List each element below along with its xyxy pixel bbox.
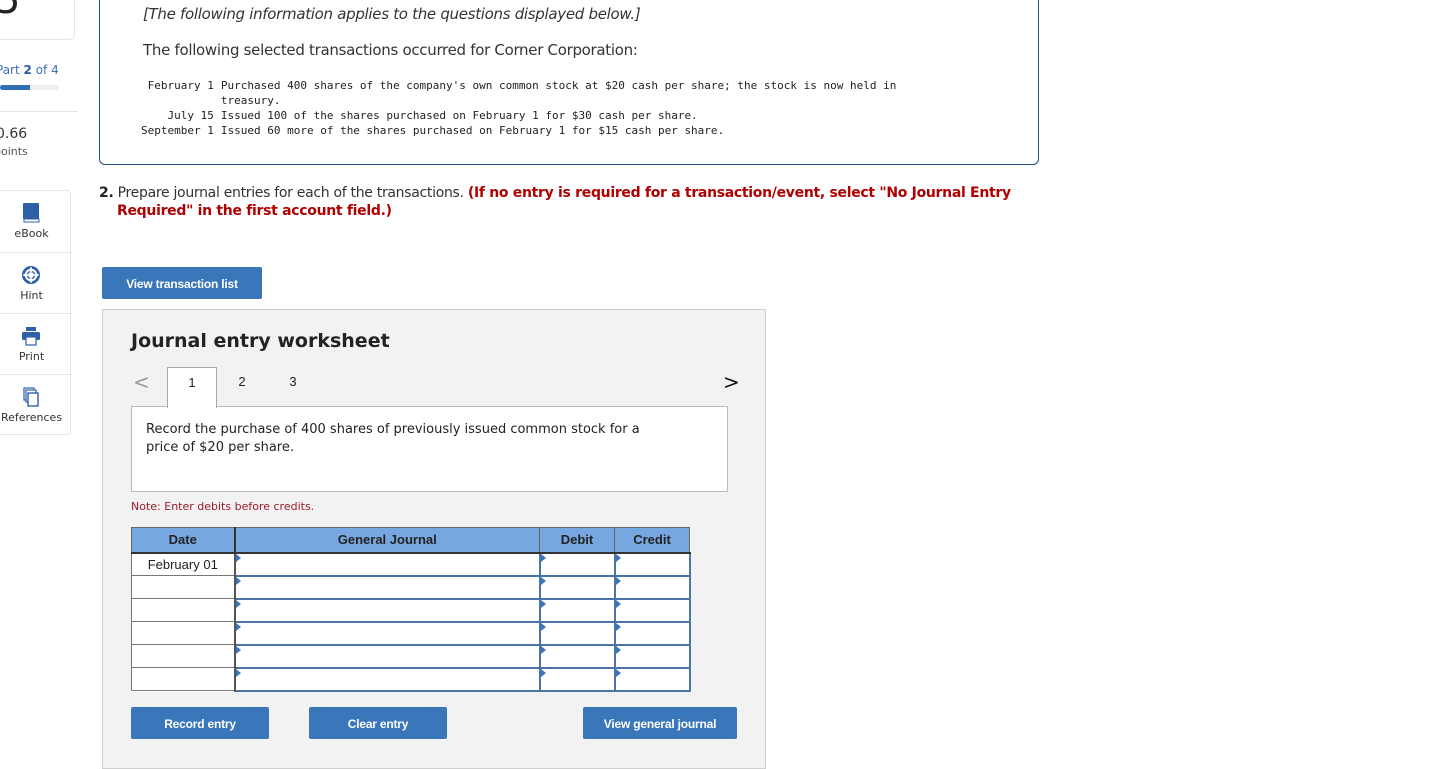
question-text: Prepare journal entries for each of the …: [117, 185, 464, 201]
transaction-date: [141, 93, 221, 108]
part-total: 4: [51, 63, 59, 77]
account-input[interactable]: [233, 597, 541, 623]
journal-header-row: Date General Journal Debit Credit: [131, 527, 690, 554]
clear-entry-button[interactable]: Clear entry: [309, 707, 447, 739]
debit-input[interactable]: [538, 574, 616, 600]
account-input[interactable]: [233, 643, 541, 669]
journal-row: [131, 643, 691, 669]
credit-input[interactable]: [613, 620, 691, 646]
question-instruction-2: Required" in the first account field.): [117, 203, 392, 219]
entry-description-box: Record the purchase of 400 shares of pre…: [131, 406, 728, 492]
journal-row: [131, 574, 691, 600]
next-chevron-icon[interactable]: >: [723, 370, 740, 394]
journal-entry-worksheet: Journal entry worksheet < 1 2 3 > Record…: [102, 309, 766, 769]
sidebar-divider: [0, 111, 78, 112]
question-number-box: 5: [0, 0, 75, 40]
view-general-journal-button[interactable]: View general journal: [583, 707, 737, 739]
credit-input[interactable]: [613, 666, 691, 692]
part-progress-fill: [0, 85, 30, 90]
references-button[interactable]: References: [0, 374, 72, 435]
transaction-row: February 1 Purchased 400 shares of the co…: [141, 78, 897, 93]
journal-row: February 01: [131, 551, 691, 577]
credit-input[interactable]: [613, 643, 691, 669]
part-of: of: [35, 63, 48, 77]
transaction-date: September 1: [141, 124, 214, 137]
part-current: 2: [23, 63, 32, 77]
date-cell: [131, 598, 236, 622]
header-date: Date: [131, 527, 235, 554]
entry-description: Record the purchase of 400 shares of pre…: [146, 422, 640, 455]
part-prefix: Part: [0, 63, 20, 77]
book-icon: [23, 203, 40, 223]
journal-row: [131, 666, 691, 692]
lifebuoy-icon: [22, 266, 40, 284]
info-lead: The following selected transactions occu…: [143, 41, 638, 59]
debits-note: Note: Enter debits before credits.: [131, 500, 315, 513]
transaction-text: treasury.: [220, 94, 281, 107]
date-cell: [131, 575, 236, 599]
credit-input[interactable]: [613, 551, 691, 577]
date-cell: [131, 621, 236, 645]
debit-input[interactable]: [538, 666, 616, 692]
copy-icon: [23, 387, 39, 407]
transaction-row: treasury.: [141, 93, 896, 108]
question-instruction-1: (If no entry is required for a transacti…: [467, 185, 1011, 201]
worksheet-tab-2[interactable]: 2: [217, 367, 267, 407]
credit-input[interactable]: [613, 597, 691, 623]
points-label: points: [0, 145, 28, 158]
worksheet-tab-1[interactable]: 1: [167, 367, 217, 408]
worksheet-title: Journal entry worksheet: [131, 330, 390, 352]
tools-panel: eBook Hint Print References: [0, 190, 72, 435]
transaction-date: February 1: [147, 79, 214, 92]
hint-label: Hint: [20, 289, 43, 302]
transaction-text: Issued 60 more of the shares purchased o…: [220, 124, 725, 137]
hint-button[interactable]: Hint: [0, 252, 72, 313]
transaction-row: July 15 Issued 100 of the shares purchase…: [141, 108, 896, 123]
ebook-label: eBook: [14, 227, 49, 240]
debit-input[interactable]: [538, 597, 616, 623]
journal-row: [131, 620, 691, 646]
part-progress-bar: [0, 85, 59, 90]
account-input[interactable]: [233, 551, 541, 577]
part-indicator: Part 2 of 4: [0, 63, 59, 77]
journal-row: [131, 597, 691, 623]
worksheet-tab-3[interactable]: 3: [268, 367, 318, 407]
date-cell: [131, 644, 236, 668]
info-intro: [The following information applies to th…: [143, 5, 641, 23]
header-credit: Credit: [614, 527, 690, 554]
view-transaction-list-button[interactable]: View transaction list: [102, 267, 262, 299]
question-prompt: 2. Prepare journal entries for each of t…: [99, 184, 1019, 220]
transaction-text: Issued 100 of the shares purchased on Fe…: [220, 109, 698, 122]
header-debit: Debit: [539, 527, 615, 554]
date-cell: February 01: [131, 552, 236, 576]
print-label: Print: [18, 350, 45, 363]
transaction-text: Purchased 400 shares of the company's ow…: [220, 79, 897, 92]
question-number: 5: [0, 0, 21, 23]
debit-input[interactable]: [538, 620, 616, 646]
account-input[interactable]: [233, 666, 541, 692]
date-cell: [131, 667, 236, 691]
account-input[interactable]: [233, 620, 541, 646]
question-part-number: 2.: [99, 185, 114, 201]
ebook-button[interactable]: eBook: [0, 191, 72, 252]
header-general-journal: General Journal: [233, 527, 540, 554]
transaction-date: July 15: [167, 109, 214, 122]
print-button[interactable]: Print: [0, 313, 72, 374]
prev-chevron-icon[interactable]: <: [133, 370, 150, 394]
references-label: References: [0, 411, 63, 424]
account-input[interactable]: [233, 574, 541, 600]
journal-table: Date General Journal Debit Credit Februa…: [131, 527, 691, 692]
debit-input[interactable]: [538, 551, 616, 577]
record-entry-button[interactable]: Record entry: [131, 707, 269, 739]
credit-input[interactable]: [613, 574, 691, 600]
transactions-table: February 1 Purchased 400 shares of the co…: [141, 78, 896, 138]
printer-icon: [22, 327, 40, 346]
debit-input[interactable]: [538, 643, 616, 669]
transaction-row: September 1 Issued 60 more of the shares …: [141, 123, 896, 138]
points-value: 0.66: [0, 126, 28, 142]
